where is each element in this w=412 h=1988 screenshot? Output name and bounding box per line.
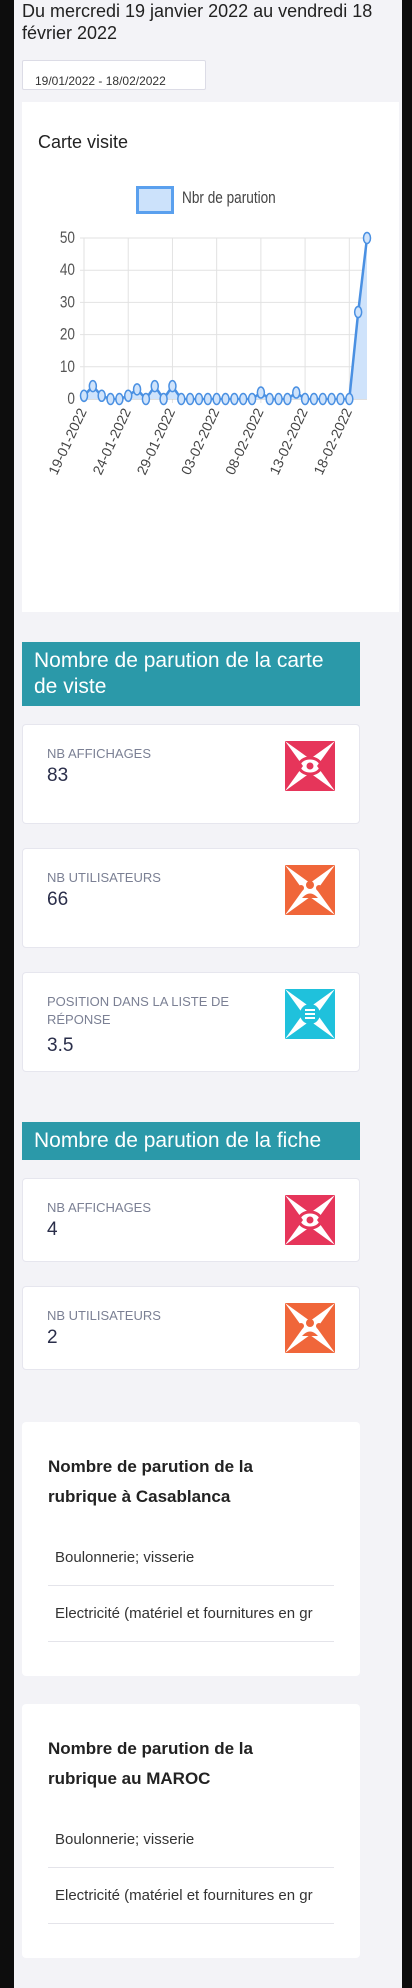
data-point [256,386,266,399]
stat-label: NB AFFICHAGES [47,746,152,761]
stat-card-fiche-affichages: NB AFFICHAGES 4 [22,1178,360,1262]
y-tick-label: 0 [67,390,75,409]
data-point [247,392,257,406]
users-icon [285,1303,335,1353]
right-dark-edge [402,0,412,1988]
data-point [274,392,283,406]
stat-value: 83 [47,765,69,786]
stat-value: 2 [47,1327,58,1348]
eye-icon [285,1195,335,1245]
data-point [203,392,213,406]
data-point [88,379,98,393]
data-point [318,392,328,406]
users-icon [285,865,335,915]
data-point [212,392,221,406]
x-tick-label: 08-02-2022 [222,405,267,477]
data-point [177,392,186,406]
data-point [185,392,195,406]
rubrique-maroc-card: Nombre de parution de la rubrique au MAR… [22,1704,360,1958]
line-chart: 50 40 30 20 10 019-01-2022 24-01-2022 29-01-202… [45,229,372,477]
rubrique-casablanca-card: Nombre de parution de la rubrique à Casa… [22,1422,360,1676]
rubrique-item[interactable]: Electricité (matériel et fournitures en … [48,1586,334,1642]
data-point [230,392,239,406]
data-point [327,392,336,406]
y-tick-label: 40 [60,261,75,280]
data-point [292,386,301,399]
chart-card: Carte visite Nbr de parution 50 40 30 20 10 0… [22,102,399,612]
data-point [362,231,372,245]
y-tick-label: 30 [60,293,75,312]
rubrique-item[interactable]: Boulonnerie; visserie [48,1812,334,1868]
data-point [238,392,248,406]
data-point [115,392,124,406]
date-range-input[interactable]: 19/01/2022 - 18/02/2022 [22,60,206,90]
data-point [345,392,354,406]
data-point [132,383,142,396]
rubrique-title: Nombre de parution de la rubrique au MAR… [48,1739,253,1788]
data-point [300,392,310,406]
data-point [353,305,363,319]
x-tick-label: 18-02-2022 [310,405,355,477]
list-icon [285,989,335,1039]
y-tick-label: 50 [60,229,75,248]
data-point [141,392,151,406]
stat-value: 3.5 [47,1035,74,1056]
data-point [309,392,319,406]
x-tick-label: 03-02-2022 [178,405,223,477]
data-point [194,392,204,406]
data-point [150,379,159,393]
stat-card-fiche-utilisateurs: NB UTILISATEURS 2 [22,1286,360,1370]
eye-icon [285,741,335,791]
period-text: Du mercredi 19 janvier 2022 au vendredi … [22,1,373,43]
stat-label: NB UTILISATEURS [47,870,161,885]
data-point [106,392,115,406]
series-area [84,238,367,399]
y-tick-label: 20 [60,325,75,344]
rubrique-title: Nombre de parution de la rubrique à Casa… [48,1457,253,1506]
y-tick-label: 10 [60,357,75,376]
stat-label: NB AFFICHAGES [47,1200,152,1215]
x-tick-label: 24-01-2022 [89,405,134,477]
stat-label: NB UTILISATEURS [47,1308,161,1323]
data-point [283,392,292,406]
data-point [97,389,106,403]
series-line [83,237,369,402]
x-tick-label: 19-01-2022 [45,405,90,477]
data-point [221,392,230,406]
stat-card-position: POSITION DANS LA LISTE DE RÉPONSE 3.5 [22,972,360,1072]
data-point [168,379,177,393]
rubrique-item[interactable]: Electricité (matériel et fournitures en … [48,1868,334,1924]
data-point [265,392,274,406]
x-tick-label: 29-01-2022 [133,405,178,477]
stat-card-utilisateurs: NB UTILISATEURS 66 [22,848,360,948]
stat-label: POSITION DANS LA LISTE DE RÉPONSE [47,994,230,1027]
data-point [123,389,133,403]
stat-value: 66 [47,889,69,910]
rubrique-item[interactable]: Boulonnerie; visserie [48,1530,334,1586]
stat-card-affichages: NB AFFICHAGES 83 [22,724,360,824]
data-point [336,392,345,406]
section-header-fiche: Nombre de parution de la fiche [22,1122,360,1160]
left-dark-edge [0,0,14,1988]
section-header-carte: Nombre de parution de la carte de viste [22,642,360,706]
data-point [79,389,89,403]
data-point [159,392,168,406]
stat-value: 4 [47,1219,58,1240]
x-tick-label: 13-02-2022 [266,405,311,477]
